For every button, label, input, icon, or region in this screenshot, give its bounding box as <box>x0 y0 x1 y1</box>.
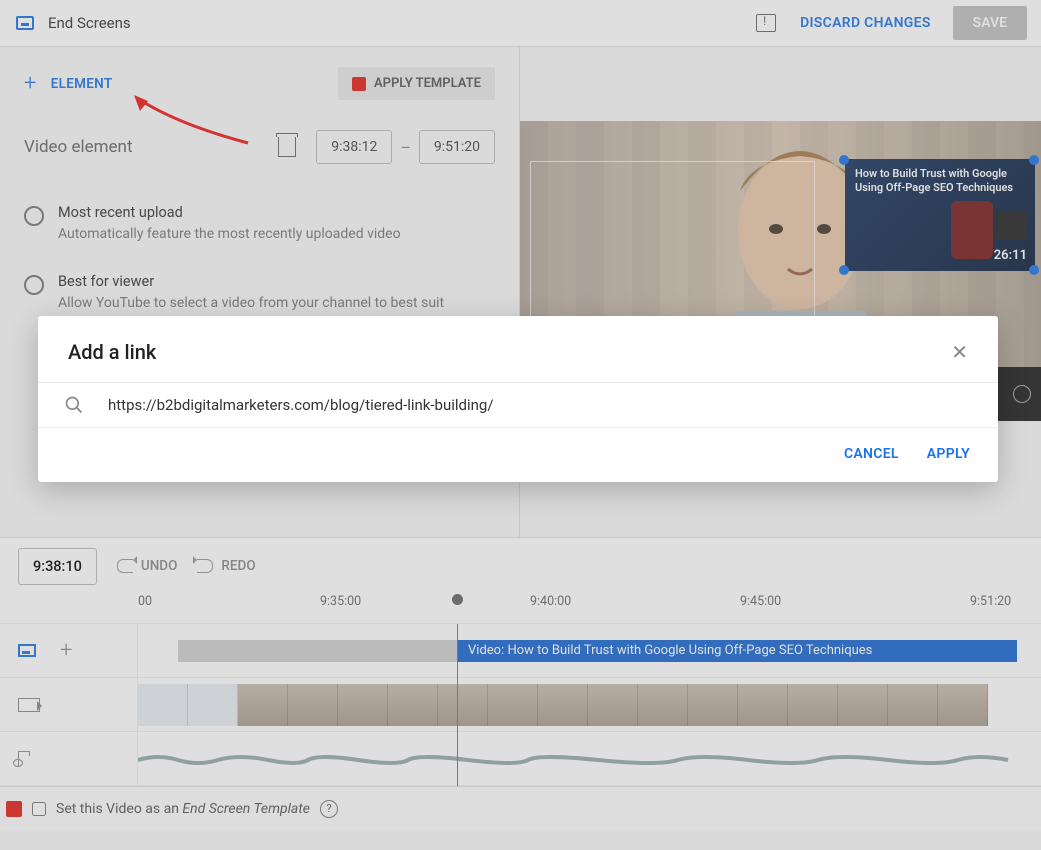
add-element-button[interactable]: + ELEMENT <box>24 73 112 95</box>
placeholder-box[interactable] <box>530 161 815 319</box>
ruler-tick: 00 <box>138 594 152 609</box>
apply-template-label: APPLY TEMPLATE <box>374 76 481 91</box>
resize-handle[interactable] <box>839 265 849 275</box>
add-track-icon[interactable]: + <box>60 638 72 663</box>
add-element-label: ELEMENT <box>51 76 113 92</box>
option-most-recent[interactable]: Most recent upload Automatically feature… <box>24 204 495 245</box>
end-screen-icon <box>18 644 36 657</box>
end-time-input[interactable]: 9:51:20 <box>419 130 495 164</box>
option-sub: Automatically feature the most recently … <box>58 225 401 245</box>
resize-handle[interactable] <box>839 155 849 165</box>
playhead[interactable] <box>457 624 458 786</box>
undo-button[interactable]: UNDO <box>117 558 178 574</box>
audio-track <box>0 732 1041 786</box>
page-title: End Screens <box>48 14 756 32</box>
timeline-clip-inactive[interactable] <box>178 640 458 662</box>
option-sub: Allow YouTube to select a video from you… <box>58 294 444 314</box>
video-icon <box>18 698 40 712</box>
app-header: End Screens DISCARD CHANGES SAVE <box>0 0 1041 47</box>
playhead-time[interactable]: 9:38:10 <box>18 548 97 585</box>
ruler-tick: 9:40:00 <box>530 594 571 609</box>
time-dash: – <box>400 138 411 157</box>
radio-icon[interactable] <box>24 275 44 295</box>
add-link-dialog: Add a link ✕ CANCEL APPLY <box>38 316 998 482</box>
apply-button[interactable]: APPLY <box>927 446 970 462</box>
option-title: Most recent upload <box>58 204 401 221</box>
radio-icon[interactable] <box>24 206 44 226</box>
video-track <box>0 678 1041 732</box>
redo-button[interactable]: REDO <box>197 558 255 574</box>
time-ruler[interactable]: 00 9:35:00 9:40:00 9:45:00 9:51:20 <box>0 594 1041 624</box>
delete-icon[interactable] <box>278 137 296 157</box>
save-button[interactable]: SAVE <box>953 6 1027 40</box>
feedback-icon[interactable] <box>756 14 776 32</box>
thumb-duration: 26:11 <box>994 248 1027 263</box>
end-screen-icon <box>16 16 34 30</box>
search-icon <box>64 395 84 415</box>
timeline-clip-active[interactable]: Video: How to Build Trust with Google Us… <box>458 640 1017 662</box>
tubebuddy-icon <box>6 801 22 817</box>
plus-icon: + <box>24 73 37 95</box>
apply-template-button[interactable]: APPLY TEMPLATE <box>338 67 495 100</box>
timeline: 9:38:10 UNDO REDO 00 9:35:00 9:40:00 9:4… <box>0 537 1041 786</box>
waveform[interactable] <box>138 754 1018 766</box>
footer-label: Set this Video as an End Screen Template <box>56 801 310 817</box>
resize-handle[interactable] <box>1029 155 1039 165</box>
close-icon[interactable]: ✕ <box>951 340 968 364</box>
resize-handle[interactable] <box>1029 265 1039 275</box>
thumb-title: How to Build Trust with Google Using Off… <box>845 159 1035 195</box>
option-best-viewer[interactable]: Best for viewer Allow YouTube to select … <box>24 273 495 314</box>
annotation-arrow <box>130 95 250 159</box>
template-checkbox[interactable] <box>32 802 46 816</box>
footer-bar: Set this Video as an End Screen Template… <box>0 786 1041 830</box>
video-frames[interactable] <box>138 684 988 726</box>
audio-icon <box>18 751 32 767</box>
end-screen-thumbnail[interactable]: How to Build Trust with Google Using Off… <box>845 159 1035 271</box>
undo-icon <box>117 559 133 573</box>
cancel-button[interactable]: CANCEL <box>844 446 899 462</box>
ruler-tick: 9:35:00 <box>320 594 361 609</box>
redo-icon <box>197 559 213 573</box>
ruler-tick: 9:51:20 <box>970 594 1011 609</box>
discard-button[interactable]: DISCARD CHANGES <box>800 15 931 31</box>
dialog-title: Add a link <box>68 340 951 364</box>
help-icon[interactable]: ? <box>320 800 338 818</box>
link-url-input[interactable] <box>108 396 972 414</box>
tubebuddy-icon <box>352 77 366 91</box>
ruler-tick: 9:45:00 <box>740 594 781 609</box>
start-time-input[interactable]: 9:38:12 <box>316 130 392 164</box>
option-title: Best for viewer <box>58 273 444 290</box>
endscreen-track: + Video: How to Build Trust with Google … <box>0 624 1041 678</box>
settings-icon[interactable] <box>1013 385 1031 403</box>
